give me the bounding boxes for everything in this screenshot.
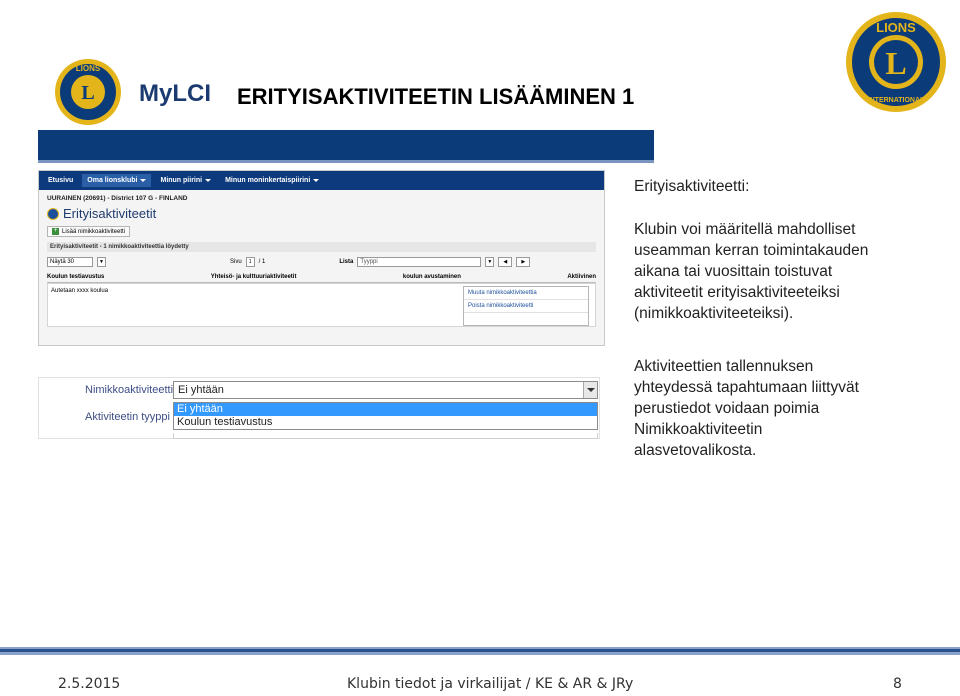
- row-text: Autetaan xxxx koulua: [51, 288, 109, 294]
- footer-date: 2.5.2015: [58, 676, 121, 692]
- lions-logo-small: L LIONS: [52, 57, 124, 127]
- header-band: [38, 130, 654, 163]
- label-nimikkoaktiviteetti: Nimikkoaktiviteetti: [85, 384, 174, 396]
- row-context-menu: Muuta nimikkoaktiviteettia Poista nimikk…: [463, 286, 589, 326]
- chevron-down-icon[interactable]: [583, 382, 597, 398]
- column-active[interactable]: Aktiivinen: [567, 274, 596, 280]
- description-paragraph-1: Klubin voi määritellä mahdolliset useamm…: [634, 221, 869, 322]
- page-total: / 1: [258, 259, 266, 265]
- footer-center: Klubin tiedot ja virkailijat / KE & AR &…: [347, 676, 634, 692]
- chevron-down-icon[interactable]: ▼: [97, 257, 106, 267]
- chevron-down-icon: [313, 178, 320, 182]
- section-title: Erityisaktiviteetit: [39, 204, 604, 223]
- grid-header: Erityisaktiviteetit - 1 nimikkoaktivitee…: [47, 242, 596, 252]
- menu-item-edit[interactable]: Muuta nimikkoaktiviteettia: [464, 287, 588, 300]
- next-icon[interactable]: ▶: [516, 257, 531, 267]
- add-activity-button[interactable]: + Lisää nimikkoaktiviteetti: [47, 226, 131, 237]
- grid-columns: Koulun testiavustus Yhteisö- ja kulttuur…: [47, 274, 596, 283]
- description-paragraph-2: Aktiviteettien tallennuksen yhteydessä t…: [634, 358, 859, 459]
- lions-logo-large: L LIONS INTERNATIONAL: [842, 10, 950, 114]
- chevron-down-icon: [205, 178, 212, 182]
- nav-oma-lionsklubi[interactable]: Oma lionsklubi: [82, 174, 152, 187]
- footer-band: [0, 647, 960, 655]
- svg-text:LIONS: LIONS: [876, 20, 916, 35]
- option-koulun-testiavustus[interactable]: Koulun testiavustus: [174, 416, 597, 429]
- type-field[interactable]: [173, 433, 598, 439]
- lions-icon: [47, 207, 59, 220]
- page-title: ERITYISAKTIVITEETIN LISÄÄMINEN 1: [237, 84, 635, 109]
- list-label: Lista: [339, 259, 354, 265]
- prev-icon[interactable]: ◀: [498, 257, 513, 267]
- screenshot-dropdown: Nimikkoaktiviteetti Aktiviteetin tyyppi …: [38, 377, 600, 439]
- nav-moninkertaispiiri[interactable]: Minun moninkertaispiirini: [220, 174, 324, 187]
- nav-minun-piirini[interactable]: Minun piirini: [155, 174, 216, 187]
- nav-etusivu[interactable]: Etusivu: [43, 174, 78, 187]
- page-input[interactable]: 1: [245, 257, 255, 267]
- chevron-down-icon: [140, 178, 147, 182]
- dropdown-options: Ei yhtään Koulun testiavustus: [173, 402, 598, 430]
- label-activity-type: Aktiviteetin tyyppi: [85, 411, 170, 423]
- svg-text:L: L: [885, 45, 906, 81]
- svg-text:INTERNATIONAL: INTERNATIONAL: [868, 97, 925, 104]
- table-row[interactable]: Autetaan xxxx koulua Muuta nimikkoaktivi…: [47, 283, 596, 327]
- list-select[interactable]: Tyyppi: [357, 257, 482, 267]
- logo-top-text: LIONS: [76, 64, 101, 73]
- column-type[interactable]: Yhteisö- ja kulttuuriaktiviteetit: [211, 274, 297, 280]
- brand-mylci: MyLCI: [139, 80, 211, 107]
- top-nav: Etusivu Oma lionsklubi Minun piirini Min…: [39, 171, 604, 190]
- logo-letter: L: [81, 82, 94, 104]
- menu-item-delete[interactable]: Poista nimikkoaktiviteetti: [464, 300, 588, 313]
- description-heading: Erityisaktiviteetti:: [634, 178, 750, 195]
- page-number: 8: [893, 676, 902, 692]
- club-line: UURAINEN (20691) - District 107 G - FINL…: [47, 195, 188, 202]
- chevron-down-icon[interactable]: ▼: [485, 257, 495, 267]
- page-label: Sivu: [230, 259, 242, 265]
- grid-toolbar: Näytä 30 ▼ Sivu 1 / 1 Lista Tyyppi ▼ ◀ ▶: [39, 254, 604, 270]
- column-desc[interactable]: koulun avustaminen: [403, 274, 461, 280]
- column-name[interactable]: Koulun testiavustus: [47, 274, 104, 280]
- screenshot-activities-page: Etusivu Oma lionsklubi Minun piirini Min…: [38, 170, 605, 346]
- activity-dropdown[interactable]: Ei yhtään: [173, 381, 598, 399]
- option-ei-yhtaan[interactable]: Ei yhtään: [174, 403, 597, 416]
- plus-icon: +: [52, 228, 59, 235]
- page-size-select[interactable]: Näytä 30: [47, 257, 93, 267]
